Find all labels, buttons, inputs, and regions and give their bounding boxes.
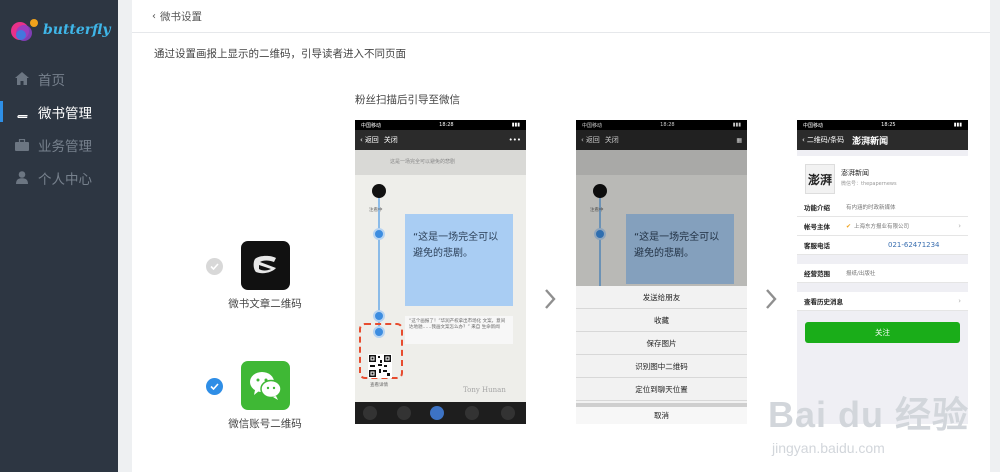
home-icon [14,71,30,87]
sidebar-item-label: 微书管理 [38,105,92,122]
follow-button[interactable]: 关注 [805,322,960,343]
verified-icon: ✔ [846,222,852,230]
butterfly-logo-icon [11,19,38,41]
bottom-bar-button[interactable] [430,406,444,420]
back-button[interactable]: 返回 [365,135,379,145]
close-button[interactable]: 关闭 [384,135,398,145]
sidebar-nav: 首页 微书管理 业务管理 个人中心 [0,62,118,194]
menu-save-image[interactable]: 保存图片 [576,332,747,355]
account-title: 澎湃新闻 [852,136,889,147]
article-watermark-text: Tony Hunan [463,386,506,394]
quote-card: “这是一场完全可以避免的悲剧。 [405,214,513,306]
bottom-bar-button[interactable] [501,406,515,420]
chevron-right-icon [545,289,556,309]
row-account-entity[interactable]: 帐号主体 ✔ 上海东方报业有限公司 › [797,217,968,236]
row-history-messages[interactable]: 查看历史消息 › [797,292,968,311]
account-logo: 澎湃 [805,164,835,194]
menu-locate-in-chat[interactable]: 定位到聊天位置 [576,378,747,401]
option-article-qr-radio[interactable] [206,258,223,275]
article-content: 这是一场完全可以避免的悲剧 注看中 “这是一场完全可以避免的悲剧。 “这个画报了… [355,150,526,424]
logo-text: butterfly [43,22,111,38]
sidebar-item-weishu[interactable]: 微书管理 [0,95,118,128]
row-function-intro: 功能介绍 有内涵的时政新媒体 [797,198,968,217]
check-icon [210,263,219,270]
back-icon[interactable]: ‹ [802,136,805,144]
bottom-bar-button[interactable] [363,406,377,420]
menu-scan-qr[interactable]: 识别图中二维码 [576,355,747,378]
row-business-scope: 经营范围 报纸/出版社 [797,264,968,283]
timeline-node [373,228,385,240]
main-panel: ‹ 微书设置 通过设置画报上显示的二维码，引导读者进入不同页面 粉丝扫描后引导至… [132,0,990,472]
back-button[interactable]: 二维码/条码 [807,135,844,145]
page-description: 通过设置画报上显示的二维码，引导读者进入不同页面 [154,48,406,60]
article-bottom-bar [355,402,526,424]
row-service-phone[interactable]: 客服电话 021-62471234 [797,236,968,255]
qr-caption: 查看详情 [370,383,388,388]
sidebar-item-profile[interactable]: 个人中心 [0,161,118,194]
book-icon [14,104,30,120]
chevron-left-icon: ‹ [152,10,156,22]
sidebar-item-business[interactable]: 业务管理 [0,128,118,161]
article-header-text: 这是一场完全可以避免的悲剧 [390,159,456,165]
check-icon [210,383,219,390]
battery-icon: ▮▮▮ [511,122,520,128]
qr-code-icon[interactable] [368,354,392,378]
menu-send-to-friend[interactable]: 发送给朋友 [576,286,747,309]
sidebar-item-home[interactable]: 首页 [0,62,118,95]
carrier-text: 中国移动 [361,122,382,129]
carrier-text: 中国移动 [803,122,824,129]
author-avatar [372,184,386,198]
sidebar: butterfly 首页 微书管理 业务管理 个人中心 [0,0,118,472]
option-article-qr-label: 微书文章二维码 [228,298,302,310]
back-icon[interactable]: ‹ [360,136,363,144]
time-text: 18:28 [439,122,454,128]
follow-text: 注看中 [369,208,383,213]
app-logo[interactable]: butterfly [10,14,118,48]
battery-icon: ▮▮▮ [953,122,962,128]
wechat-navbar: ‹ 返回 关闭 ••• [355,130,526,150]
phone-screen-share-menu: 中国移动 18:28 ▮▮▮ ‹ 返回 关闭 ▦ 注看中 “这是一场完全可以避免… [576,120,747,424]
flow-title: 粉丝扫描后引导至微信 [355,94,460,106]
sidebar-item-label: 个人中心 [38,171,92,188]
sidebar-item-label: 业务管理 [38,138,92,155]
briefcase-icon [14,137,30,153]
phone-screen-official-account: 中国移动 18:25 ▮▮▮ ‹ 二维码/条码 澎湃新闻 澎湃 澎湃新闻 微信号… [797,120,968,424]
account-name: 澎湃新闻 [841,169,869,177]
sidebar-item-label: 首页 [38,72,65,89]
timeline-node [373,310,385,322]
option-wechat-qr-radio[interactable] [206,378,223,395]
chevron-right-icon: › [958,222,961,230]
menu-cancel[interactable]: 取消 [576,403,747,424]
user-icon [14,170,30,186]
status-bar: 中国移动 18:25 ▮▮▮ [797,120,968,130]
weishu-app-icon[interactable] [241,241,290,290]
wechat-app-icon[interactable] [241,361,290,410]
wechat-navbar: ‹ 二维码/条码 澎湃新闻 [797,130,968,150]
account-wechat-id: 微信号：thepapernews [841,181,897,187]
breadcrumb-label: 微书设置 [160,10,202,23]
more-icon[interactable]: ••• [509,136,521,144]
chevron-right-icon [766,289,777,309]
time-text: 18:25 [881,122,896,128]
option-wechat-qr-label: 微信账号二维码 [228,418,302,430]
share-action-sheet: 发送给朋友 收藏 保存图片 识别图中二维码 定位到聊天位置 取消 [576,286,747,424]
status-bar: 中国移动 18:28 ▮▮▮ [355,120,526,130]
bottom-bar-button[interactable] [397,406,411,420]
menu-favorite[interactable]: 收藏 [576,309,747,332]
account-profile: 澎湃 澎湃新闻 微信号：thepapernews 功能介绍 有内涵的时政新媒体 … [797,150,968,424]
comment-box: “这个画报了！”华润产权拿出市场化 文案，意间达地驰……我画文案怎么办？” 来自… [405,316,513,344]
phone-screen-article: 中国移动 18:28 ▮▮▮ ‹ 返回 关闭 ••• 这是一场完全可以避免的悲剧… [355,120,526,424]
breadcrumb[interactable]: ‹ 微书设置 [132,0,990,33]
bottom-bar-button[interactable] [465,406,479,420]
chevron-right-icon: › [958,297,961,305]
